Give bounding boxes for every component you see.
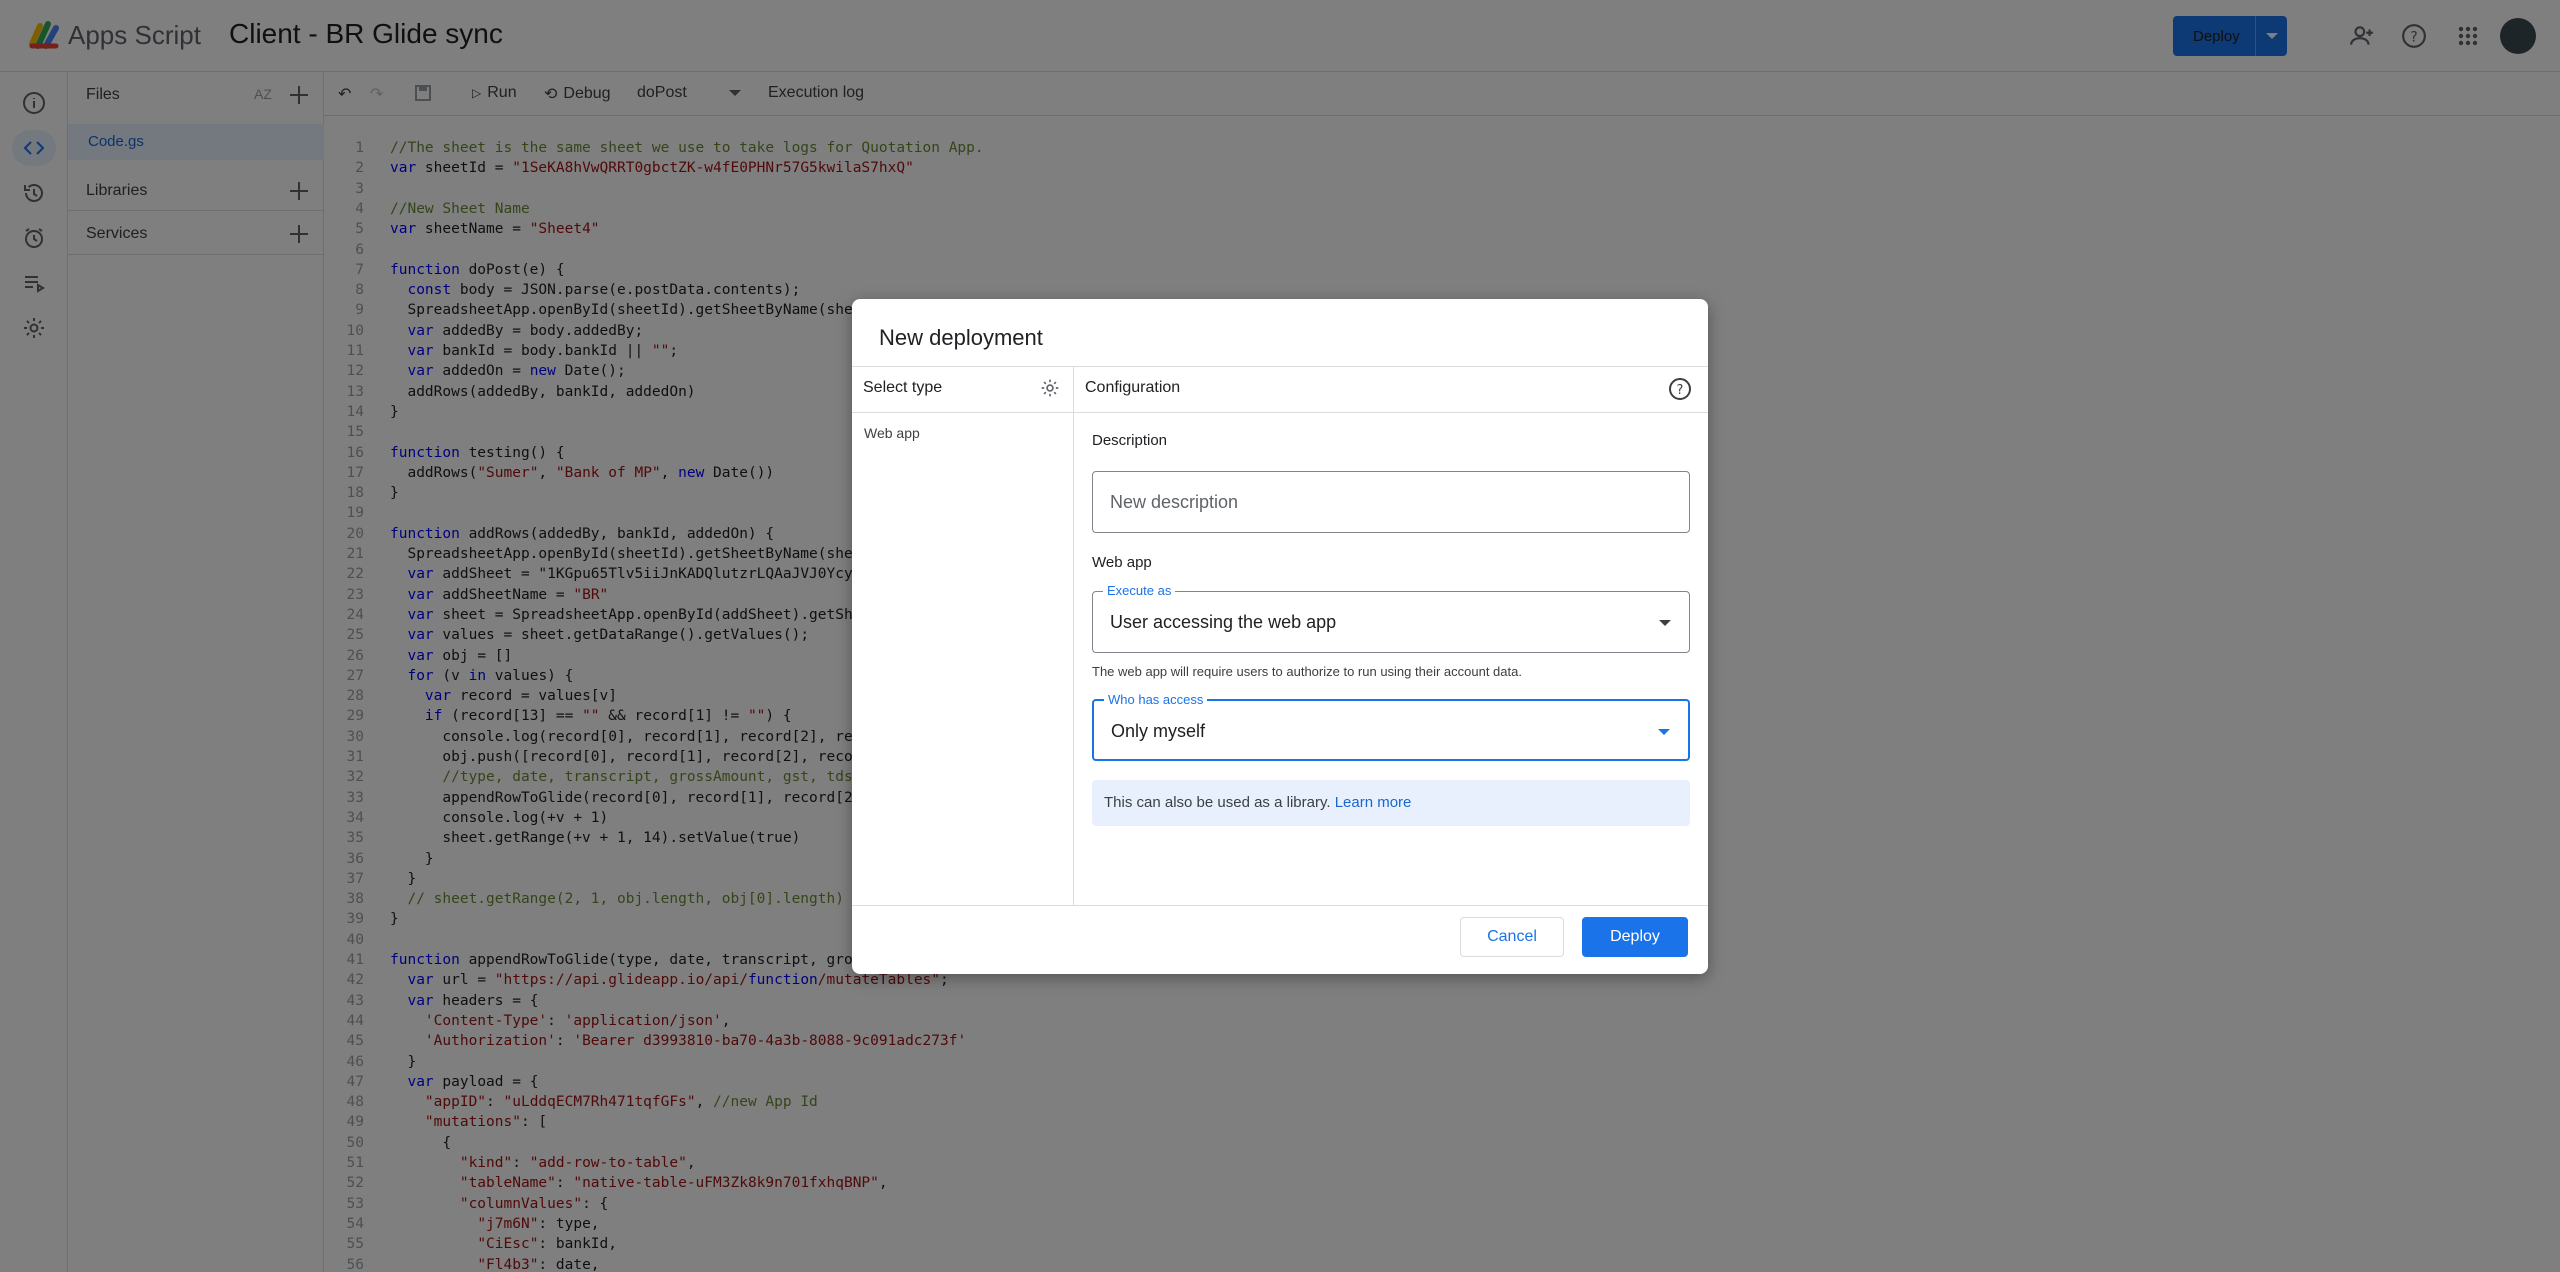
who-has-access-select[interactable]: Who has access Only myself	[1092, 692, 1690, 761]
dropdown-arrow-icon	[1658, 729, 1670, 735]
settings-gear-icon[interactable]	[1040, 378, 1060, 403]
type-item-web-app[interactable]: Web app	[864, 425, 920, 441]
execute-as-select[interactable]: Execute as User accessing the web app	[1092, 583, 1690, 653]
select-type-header: Select type	[863, 379, 943, 396]
library-info-banner: This can also be used as a library. Lear…	[1092, 780, 1690, 826]
execute-as-label: Execute as	[1103, 583, 1176, 598]
learn-more-link[interactable]: Learn more	[1335, 794, 1412, 811]
cancel-button[interactable]: Cancel	[1460, 917, 1564, 957]
description-input[interactable]: New description	[1092, 471, 1690, 533]
execute-as-value: User accessing the web app	[1110, 612, 1337, 632]
description-placeholder: New description	[1110, 492, 1239, 512]
dialog-title: New deployment	[879, 325, 1043, 350]
new-deployment-dialog: New deployment Select type Configuration…	[852, 299, 1708, 974]
deploy-confirm-button[interactable]: Deploy	[1582, 917, 1688, 957]
library-note: This can also be used as a library.	[1104, 794, 1331, 811]
help-icon[interactable]: ?	[1668, 377, 1692, 406]
who-has-access-label: Who has access	[1104, 692, 1208, 707]
execute-as-hint: The web app will require users to author…	[1092, 664, 1522, 679]
configuration-header: Configuration	[1085, 379, 1181, 396]
web-app-section-label: Web app	[1092, 554, 1152, 571]
svg-text:?: ?	[1677, 383, 1684, 398]
dropdown-arrow-icon	[1659, 620, 1671, 626]
description-label: Description	[1092, 432, 1168, 449]
who-has-access-value: Only myself	[1111, 721, 1206, 741]
